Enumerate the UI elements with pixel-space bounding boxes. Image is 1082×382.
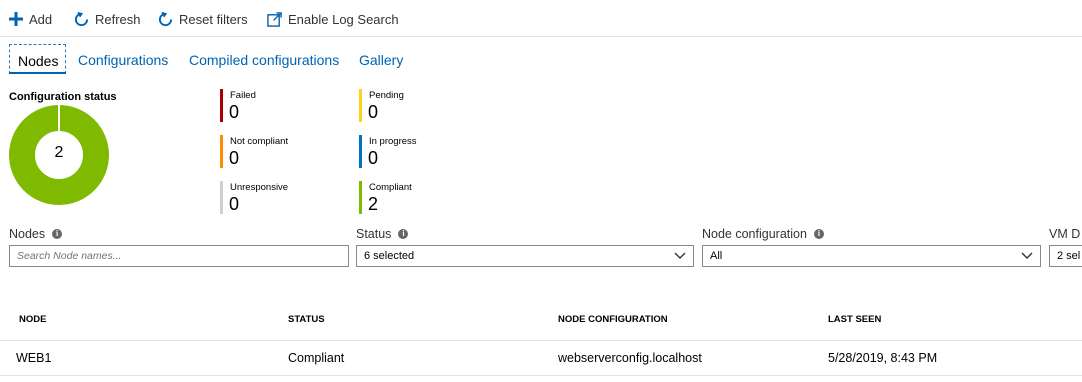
tab-nodes[interactable]: Nodes — [9, 44, 66, 74]
stat-pending-bar — [359, 89, 362, 122]
stat-unresponsive-bar — [220, 181, 223, 214]
stat-unresponsive[interactable]: Unresponsive 0 — [220, 181, 340, 223]
nodes-filter-label: Nodes i — [9, 227, 63, 241]
stat-compliant[interactable]: Compliant 2 — [359, 181, 479, 223]
tab-compiled-configurations[interactable]: Compiled configurations — [189, 44, 339, 74]
nodes-table-header: NODE STATUS NODE CONFIGURATION LAST SEEN — [0, 300, 1082, 341]
stat-not-compliant-label: Not compliant — [230, 136, 289, 147]
stat-failed[interactable]: Failed 0 — [220, 89, 340, 131]
cell-node-configuration: webserverconfig.localhost — [558, 351, 702, 365]
reset-filters-label: Reset filters — [179, 11, 248, 27]
cell-node: WEB1 — [16, 351, 52, 365]
stat-failed-bar — [220, 89, 223, 122]
node-configuration-dropdown-value: All — [710, 250, 723, 262]
stat-unresponsive-label: Unresponsive — [230, 182, 289, 193]
configuration-status-title: Configuration status — [9, 91, 117, 103]
enable-log-search-button[interactable]: Enable Log Search — [267, 9, 399, 29]
node-search-input[interactable] — [9, 245, 349, 267]
column-header-node-configuration[interactable]: NODE CONFIGURATION — [558, 314, 668, 325]
status-dropdown-value: 6 selected — [364, 250, 415, 262]
stat-pending-value: 0 — [368, 102, 379, 122]
cell-status: Compliant — [288, 351, 345, 365]
status-dropdown[interactable]: 6 selected — [356, 245, 694, 267]
table-row[interactable]: WEB1 Compliant webserverconfig.localhost… — [0, 341, 1082, 376]
command-bar: Add Refresh Reset filters Enable Log Sea… — [0, 0, 1082, 37]
refresh-icon — [74, 11, 89, 26]
chevron-down-icon — [674, 252, 686, 259]
nodes-filter-label-text: Nodes — [9, 227, 46, 241]
stat-not-compliant-value: 0 — [229, 148, 240, 168]
add-button-label: Add — [29, 11, 53, 27]
configuration-status-total: 2 — [54, 144, 64, 161]
add-button[interactable]: Add — [9, 9, 52, 29]
column-header-node[interactable]: NODE — [19, 314, 46, 325]
enable-log-search-label: Enable Log Search — [288, 11, 399, 27]
refresh-button[interactable]: Refresh — [74, 9, 141, 29]
stat-in-progress-bar — [359, 135, 362, 168]
node-configuration-filter-label: Node configuration i — [702, 227, 824, 241]
stat-compliant-value: 2 — [368, 194, 379, 214]
tab-gallery[interactable]: Gallery — [359, 44, 403, 74]
stat-in-progress[interactable]: In progress 0 — [359, 135, 479, 177]
tab-strip: Nodes Configurations Compiled configurat… — [0, 44, 1082, 74]
stat-failed-value: 0 — [229, 102, 240, 122]
vm-d-dropdown[interactable]: 2 sel — [1049, 245, 1082, 267]
vm-d-filter-label-text: VM D — [1049, 227, 1081, 241]
stat-in-progress-label: In progress — [369, 136, 417, 147]
donut-segment-divider — [58, 105, 60, 131]
vm-d-filter-label: VM D — [1049, 227, 1080, 241]
status-filter-label: Status i — [356, 227, 409, 241]
stat-unresponsive-value: 0 — [229, 194, 240, 214]
node-configuration-dropdown[interactable]: All — [702, 245, 1041, 267]
active-tab-indicator — [9, 72, 66, 74]
stat-compliant-label: Compliant — [369, 182, 412, 193]
status-filter-label-text: Status — [356, 227, 392, 241]
cell-last-seen: 5/28/2019, 8:43 PM — [828, 351, 938, 365]
tab-configurations[interactable]: Configurations — [78, 44, 168, 74]
stat-pending-label: Pending — [369, 90, 404, 101]
stat-failed-label: Failed — [230, 90, 256, 101]
vm-d-dropdown-value: 2 sel — [1057, 250, 1081, 262]
stat-pending[interactable]: Pending 0 — [359, 89, 479, 131]
stat-not-compliant-bar — [220, 135, 223, 168]
external-link-icon — [267, 11, 282, 27]
refresh-button-label: Refresh — [95, 11, 141, 27]
stat-in-progress-value: 0 — [368, 148, 379, 168]
stat-compliant-bar — [359, 181, 362, 214]
reset-filters-button[interactable]: Reset filters — [158, 9, 248, 29]
info-icon[interactable]: i — [398, 229, 409, 239]
info-icon[interactable]: i — [52, 229, 63, 239]
column-header-last-seen[interactable]: LAST SEEN — [828, 314, 881, 325]
chevron-down-icon — [1021, 252, 1033, 259]
reset-icon — [158, 11, 173, 26]
stat-not-compliant[interactable]: Not compliant 0 — [220, 135, 340, 177]
info-icon[interactable]: i — [813, 229, 824, 239]
column-header-status[interactable]: STATUS — [288, 314, 325, 325]
plus-icon — [9, 12, 23, 26]
node-configuration-filter-label-text: Node configuration — [702, 227, 807, 241]
